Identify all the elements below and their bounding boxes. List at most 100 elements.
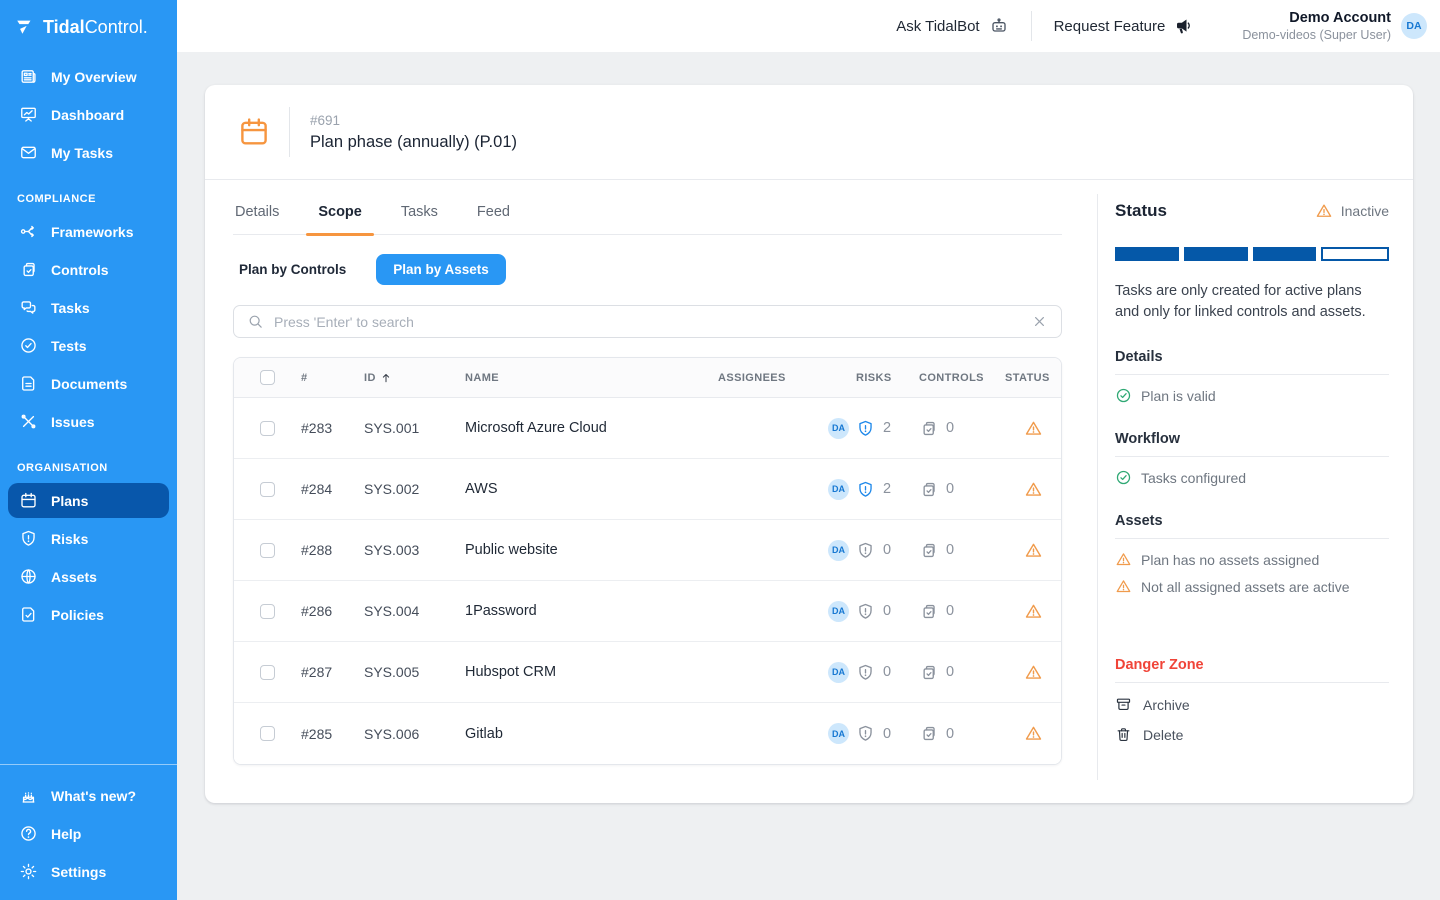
table-row[interactable]: #288SYS.003Public websiteDA00 — [234, 520, 1061, 581]
panel-status-item: Plan is valid — [1115, 387, 1389, 404]
warning-icon — [1024, 724, 1043, 743]
table-row[interactable]: #283SYS.001Microsoft Azure CloudDA20 — [234, 398, 1061, 459]
shield-icon — [856, 480, 875, 499]
row-name: Microsoft Azure Cloud — [465, 420, 718, 436]
tools-icon — [19, 412, 38, 431]
warning-icon — [1024, 480, 1043, 499]
clear-search-icon[interactable] — [1031, 313, 1048, 330]
sidebar-item-dashboard[interactable]: Dashboard — [8, 97, 169, 132]
row-risks: 0 — [856, 602, 919, 621]
sidebar-item-help[interactable]: Help — [8, 816, 169, 851]
danger-zone-title: Danger Zone — [1115, 657, 1389, 683]
row-checkbox[interactable] — [260, 604, 275, 619]
search-box — [233, 305, 1062, 338]
plan-calendar-icon — [237, 115, 271, 149]
sidebar-item-tasks[interactable]: Tasks — [8, 290, 169, 325]
archive-button[interactable]: Archive — [1115, 696, 1389, 713]
plan-header: #691 Plan phase (annually) (P.01) — [205, 85, 1413, 180]
assignee-avatar: DA — [828, 540, 849, 561]
shield-icon — [19, 529, 38, 548]
sidebar-item-what-s-new[interactable]: What's new? — [8, 778, 169, 813]
row-number: #284 — [301, 481, 364, 497]
assignee-avatar: DA — [828, 723, 849, 744]
account-menu[interactable]: Demo Account Demo-videos (Super User) DA — [1242, 10, 1427, 42]
request-feature-label: Request Feature — [1054, 18, 1166, 35]
sidebar-section-label-organisation: ORGANISATION — [0, 442, 177, 480]
select-all-checkbox[interactable] — [260, 370, 275, 385]
shield-icon — [856, 419, 875, 438]
row-assignees: DA — [718, 601, 856, 622]
row-controls: 0 — [919, 480, 1005, 499]
copy-check-icon — [919, 724, 938, 743]
sidebar-item-frameworks[interactable]: Frameworks — [8, 214, 169, 249]
row-id: SYS.002 — [364, 481, 465, 497]
risks-count: 2 — [883, 481, 891, 497]
branch-icon — [19, 222, 38, 241]
row-checkbox-cell — [234, 726, 301, 741]
row-assignees: DA — [718, 540, 856, 561]
table-row[interactable]: #286SYS.0041PasswordDA00 — [234, 581, 1061, 642]
copy-check-icon — [919, 419, 938, 438]
row-checkbox-cell — [234, 482, 301, 497]
delete-button[interactable]: Delete — [1115, 726, 1389, 743]
progress-segment — [1115, 247, 1179, 261]
plan-title: Plan phase (annually) (P.01) — [310, 133, 517, 152]
sidebar-item-issues[interactable]: Issues — [8, 404, 169, 439]
search-input[interactable] — [274, 314, 1021, 330]
sidebar-item-my-overview[interactable]: My Overview — [8, 59, 169, 94]
sidebar-item-controls[interactable]: Controls — [8, 252, 169, 287]
table-row[interactable]: #284SYS.002AWSDA20 — [234, 459, 1061, 520]
row-status — [1005, 724, 1061, 743]
sidebar-item-policies[interactable]: Policies — [8, 597, 169, 632]
copy-check-icon — [919, 602, 938, 621]
plan-by-assets-button[interactable]: Plan by Assets — [376, 254, 506, 285]
status-note: Tasks are only created for active plans … — [1115, 281, 1389, 322]
row-checkbox[interactable] — [260, 726, 275, 741]
column-header-label: NAME — [465, 372, 499, 384]
search-icon — [247, 313, 264, 330]
sidebar-item-settings[interactable]: Settings — [8, 854, 169, 889]
tab-tasks[interactable]: Tasks — [399, 193, 440, 234]
sidebar-item-assets[interactable]: Assets — [8, 559, 169, 594]
column-header-name: NAME — [465, 372, 718, 384]
danger-actions: Archive Delete — [1115, 696, 1389, 743]
ask-tidalbot-label: Ask TidalBot — [896, 18, 979, 35]
controls-count: 0 — [946, 481, 954, 497]
sidebar-divider — [0, 764, 177, 765]
status-sections: DetailsPlan is validWorkflowTasks config… — [1115, 349, 1389, 595]
table-row[interactable]: #287SYS.005Hubspot CRMDA00 — [234, 642, 1061, 703]
plan-card: #691 Plan phase (annually) (P.01) Detail… — [205, 85, 1413, 803]
plan-by-controls-button[interactable]: Plan by Controls — [233, 262, 352, 277]
column-header-assignees: ASSIGNEES — [718, 372, 856, 384]
warning-icon — [1024, 541, 1043, 560]
sidebar-item-risks[interactable]: Risks — [8, 521, 169, 556]
sidebar-item-label: Plans — [51, 493, 88, 509]
cake-icon — [19, 786, 38, 805]
tab-feed[interactable]: Feed — [475, 193, 512, 234]
column-header-id[interactable]: ID — [364, 371, 465, 385]
row-checkbox[interactable] — [260, 543, 275, 558]
shield-icon — [856, 724, 875, 743]
row-checkbox[interactable] — [260, 665, 275, 680]
mail-icon — [19, 143, 38, 162]
tab-details[interactable]: Details — [233, 193, 281, 234]
sidebar-item-tests[interactable]: Tests — [8, 328, 169, 363]
warning-icon — [1024, 663, 1043, 682]
tab-scope[interactable]: Scope — [316, 193, 364, 234]
row-checkbox[interactable] — [260, 482, 275, 497]
request-feature-button[interactable]: Request Feature — [1032, 16, 1217, 36]
row-checkbox[interactable] — [260, 421, 275, 436]
chat-icon — [19, 298, 38, 317]
archive-icon — [1115, 696, 1132, 713]
row-id: SYS.001 — [364, 420, 465, 436]
sidebar-item-plans[interactable]: Plans — [8, 483, 169, 518]
sidebar-item-my-tasks[interactable]: My Tasks — [8, 135, 169, 170]
sidebar-item-documents[interactable]: Documents — [8, 366, 169, 401]
ask-tidalbot-button[interactable]: Ask TidalBot — [874, 16, 1030, 36]
row-assignees: DA — [718, 662, 856, 683]
sidebar-sections: COMPLIANCEFrameworksControlsTasksTestsDo… — [0, 173, 177, 635]
copy-check-icon — [19, 260, 38, 279]
copy-check-icon — [919, 663, 938, 682]
brand-logo[interactable]: TidalControl. — [0, 0, 177, 56]
table-row[interactable]: #285SYS.006GitlabDA00 — [234, 703, 1061, 764]
